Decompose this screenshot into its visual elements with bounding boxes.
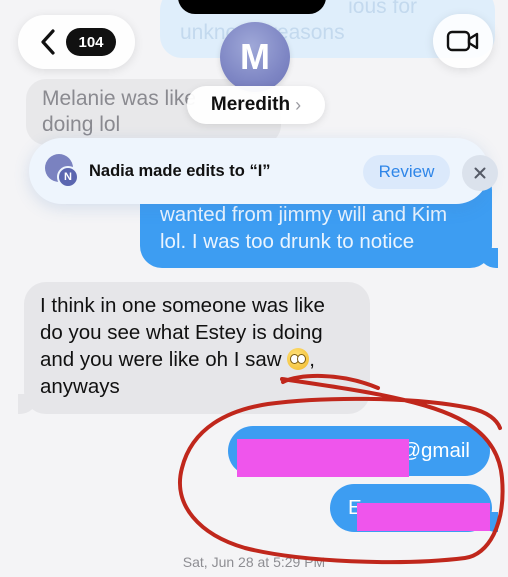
unread-count-badge: 104 [66,28,116,56]
contact-avatar[interactable]: M [220,22,290,92]
banner-text: Nadia made edits to “I” [89,161,271,180]
back-button[interactable]: 104 [18,15,135,69]
contact-name: Meredith [210,94,291,115]
close-icon [474,167,486,179]
message-line: and you were like oh I saw , [40,346,354,373]
message-line: anyways [40,375,120,398]
message-line: lol. I was too drunk to notice [160,230,415,253]
shared-edits-banner[interactable]: N Nadia made edits to “I” Review [29,138,498,204]
message-text: and you were like oh I saw [40,348,282,371]
chevron-left-icon [41,29,55,55]
message-line: wanted from jimmy will and Kim [160,203,448,226]
incoming-bubble[interactable]: I think in one someone was like do you s… [18,282,370,414]
collaborator-avatar-front: N [57,166,79,188]
message-text: , [309,348,315,371]
review-button[interactable]: Review [363,155,450,189]
message-text: @gmail [400,439,470,462]
redaction-box [357,503,490,531]
message-line: I think in one someone was like [40,294,325,317]
facetime-video-button[interactable] [433,14,493,68]
eye-roll-emoji-icon [287,348,310,370]
video-camera-icon [446,30,479,52]
redaction-box [237,439,409,477]
dynamic-island [178,0,326,14]
contact-name-button[interactable]: Meredith › [187,86,325,124]
close-banner-button[interactable] [462,155,498,191]
chevron-right-icon: › [295,94,302,115]
collaborator-avatars-icon: N [45,154,79,188]
message-line: do you see what Estey is doing [40,321,323,344]
message-timestamp: Sat, Jun 28 at 5:29 PM [182,554,326,570]
